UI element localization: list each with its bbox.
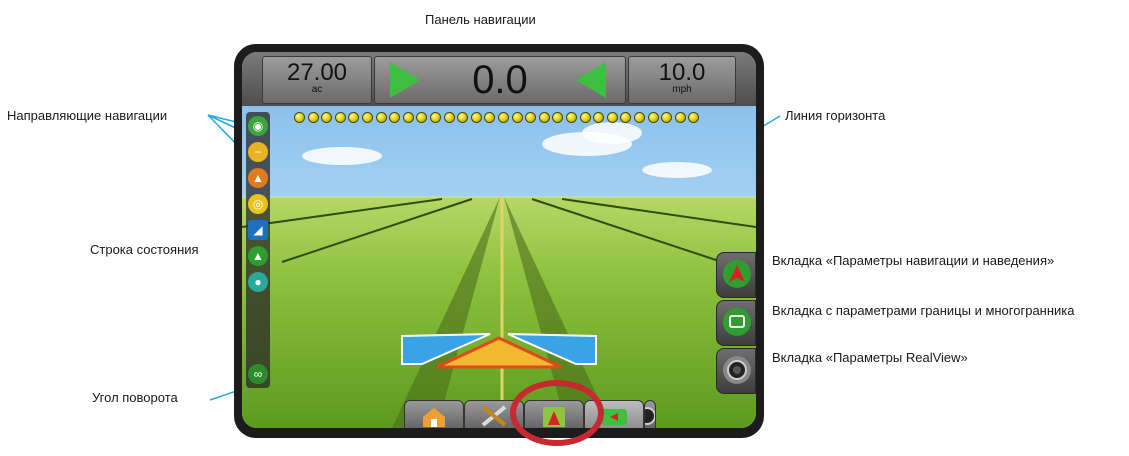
realview-icon: [638, 407, 656, 425]
speed-value: 10.0: [658, 59, 706, 86]
speed-box: 10.0 mph: [628, 56, 736, 104]
callout-realview-tab: Вкладка «Параметры RealView»: [772, 350, 968, 365]
callout-nav-panel: Панель навигации: [425, 12, 536, 27]
assist-icon[interactable]: ∞: [248, 364, 268, 384]
lightbar-led: [334, 112, 346, 123]
nav-guidance-icon: [723, 260, 751, 288]
tab-home[interactable]: [404, 400, 464, 428]
lightbar-led: [443, 112, 455, 123]
lightbar-led: [538, 112, 550, 123]
navigation-panel: 27.00 ac 0.0 10.0 mph: [242, 52, 756, 106]
tab-nav-guidance[interactable]: [716, 252, 756, 298]
lightbar-led: [402, 112, 414, 123]
callout-steering-angle: Угол поворота: [92, 390, 178, 405]
lightbar-led: [498, 112, 509, 123]
lightbar-led: [606, 112, 618, 123]
area-value: 27.00: [286, 59, 348, 86]
tab-realview-bottom[interactable]: [638, 400, 656, 428]
callout-nav-guides: Направляющие навигации: [7, 108, 168, 123]
guidance-icon[interactable]: ◉: [248, 116, 268, 136]
lightbar-led: [511, 112, 523, 123]
lightbar-led: [634, 112, 645, 123]
boundary-icon: [723, 308, 751, 336]
lightbar-led: [307, 112, 319, 123]
lightbar-led: [674, 112, 686, 123]
status-bar: ◉ − ▲ ◎ ◢ ▲ ● ∞: [246, 112, 270, 388]
tilt-icon[interactable]: ▲: [248, 246, 268, 266]
callout-boundary-tab: Вкладка с параметрами границы и многогра…: [772, 303, 1075, 318]
camera-icon: [723, 356, 751, 384]
callout-nav-guidance-tab: Вкладка «Параметры навигации и наведения…: [772, 253, 1055, 268]
lightbar-led: [566, 112, 577, 123]
right-arrow-icon: [576, 62, 606, 98]
tab-realview[interactable]: [716, 348, 756, 394]
area-box: 27.00 ac: [262, 56, 372, 104]
lightbar-led: [430, 112, 441, 123]
gps-icon[interactable]: ▲: [248, 168, 268, 188]
callout-status-bar: Строка состояния: [90, 242, 199, 257]
boom-icon[interactable]: ◎: [248, 194, 268, 214]
left-arrow-icon: [390, 62, 420, 98]
guidance-lines: [242, 196, 756, 428]
section-icon[interactable]: ◢: [248, 220, 268, 240]
lightbar-led: [294, 112, 305, 123]
lightbar-led: [362, 112, 373, 123]
droplet-icon[interactable]: ●: [248, 272, 268, 292]
area-unit: ac: [311, 84, 323, 95]
lightbar-led: [470, 112, 482, 123]
home-icon: [423, 408, 445, 427]
lightbar-led: [647, 112, 659, 123]
highlight-ring: [510, 380, 604, 446]
guidance-screen: 27.00 ac 0.0 10.0 mph ◉ − ▲ ◎ ◢ ▲ ● ∞: [242, 52, 756, 428]
callout-horizon: Линия горизонта: [785, 108, 886, 123]
device-frame: 27.00 ac 0.0 10.0 mph ◉ − ▲ ◎ ◢ ▲ ● ∞: [234, 44, 764, 438]
line-icon[interactable]: −: [248, 142, 268, 162]
lightbar-led: [579, 112, 591, 123]
lightbar-led: [375, 112, 387, 123]
speed-unit: mph: [672, 84, 692, 95]
tab-boundary[interactable]: [716, 300, 756, 346]
